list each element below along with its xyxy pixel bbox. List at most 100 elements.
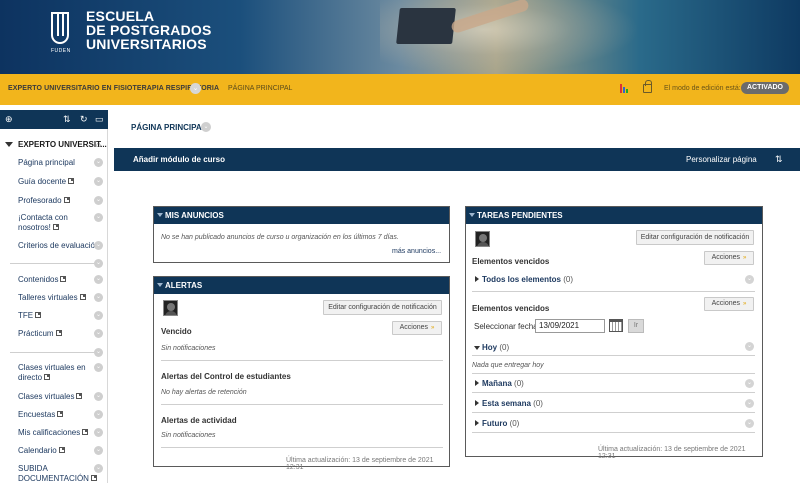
external-link-icon bbox=[55, 330, 62, 336]
sidebar-item-subida[interactable]: SUBIDA DOCUMENTACIÓN bbox=[18, 464, 106, 483]
last-updated-text: Última actualización: 13 de septiembre d… bbox=[286, 457, 434, 471]
row-chevron-icon[interactable]: ⌄ bbox=[745, 275, 754, 284]
header-banner: FUDEN ESCUELA DE POSTGRADOS UNIVERSITARI… bbox=[0, 0, 800, 74]
sidebar-item-contacta[interactable]: ¡Contacta con nosotros! bbox=[18, 213, 106, 233]
section-divider bbox=[472, 432, 755, 433]
sidebar-item-chevron-icon[interactable]: ⌄ bbox=[94, 428, 103, 437]
sidebar-item-chevron-icon[interactable]: ⌄ bbox=[94, 464, 103, 473]
sidebar-item-profesorado[interactable]: Profesorado bbox=[18, 196, 106, 206]
edit-notification-settings-button[interactable]: Editar configuración de notificación bbox=[323, 300, 442, 315]
collapse-triangle-icon[interactable] bbox=[474, 346, 480, 350]
dropdown-chevron-icon: » bbox=[743, 301, 747, 307]
sidebar-item-calificaciones[interactable]: Mis calificaciones bbox=[18, 428, 106, 438]
module-header[interactable]: ALERTAS bbox=[154, 277, 449, 294]
reorder-modules-icon[interactable]: ⇅ bbox=[775, 154, 783, 165]
lock-icon[interactable] bbox=[643, 80, 652, 93]
collapse-triangle-icon[interactable] bbox=[157, 283, 163, 287]
sidebar-course-header[interactable]: EXPERTO UNIVERSIT... ⌂ bbox=[0, 140, 108, 152]
row-chevron-icon[interactable]: ⌄ bbox=[745, 379, 754, 388]
sidebar-item-chevron-icon[interactable]: ⌄ bbox=[94, 329, 103, 338]
row-chevron-icon[interactable]: ⌄ bbox=[745, 399, 754, 408]
more-announcements-link[interactable]: más anuncios... bbox=[392, 248, 441, 255]
sidebar-item-chevron-icon[interactable]: ⌄ bbox=[94, 311, 103, 320]
expand-triangle-icon[interactable] bbox=[475, 276, 479, 282]
sidebar-item-clases-directo[interactable]: Clases virtuales en directo bbox=[18, 363, 106, 383]
sidebar-item-guia-docente[interactable]: Guía docente bbox=[18, 177, 106, 187]
expand-triangle-icon[interactable] bbox=[475, 400, 479, 406]
sidebar-item-chevron-icon[interactable]: ⌄ bbox=[94, 196, 103, 205]
sidebar-item-chevron-icon[interactable]: ⌄ bbox=[94, 177, 103, 186]
external-link-icon bbox=[79, 294, 86, 300]
color-bars-icon[interactable] bbox=[620, 84, 628, 93]
sidebar-item-clases-virtuales[interactable]: Clases virtuales bbox=[18, 392, 106, 402]
tomorrow-link[interactable]: Mañana (0) bbox=[482, 379, 524, 388]
refresh-icon[interactable]: ↻ bbox=[80, 114, 88, 124]
sidebar-item-chevron-icon[interactable]: ⌄ bbox=[94, 275, 103, 284]
section-divider bbox=[161, 447, 443, 448]
sidebar-item-chevron-icon[interactable]: ⌄ bbox=[94, 446, 103, 455]
sidebar-item-calendario[interactable]: Calendario bbox=[18, 446, 106, 456]
home-icon[interactable]: ⌂ bbox=[96, 140, 101, 149]
reorder-icon[interactable]: ⇅ bbox=[63, 114, 71, 124]
row-chevron-icon[interactable]: ⌄ bbox=[745, 419, 754, 428]
section-divider bbox=[161, 404, 443, 405]
sidebar-item-talleres[interactable]: Talleres virtuales bbox=[18, 293, 106, 303]
sidebar-item-encuestas[interactable]: Encuestas bbox=[18, 410, 106, 420]
collapse-triangle-icon[interactable] bbox=[5, 142, 13, 147]
sidebar-item-chevron-icon[interactable]: ⌄ bbox=[94, 158, 103, 167]
collapse-triangle-icon[interactable] bbox=[469, 213, 475, 217]
calendar-icon[interactable] bbox=[609, 319, 623, 332]
actions-button[interactable]: Acciones» bbox=[392, 321, 442, 335]
school-title-line-1: ESCUELA bbox=[86, 8, 155, 24]
page-title: PÁGINA PRINCIPAL bbox=[131, 123, 207, 132]
sidebar-item-chevron-icon[interactable]: ⌄ bbox=[94, 241, 103, 250]
edit-notification-settings-button[interactable]: Editar configuración de notificación bbox=[636, 230, 754, 245]
section-label: Elementos vencidos bbox=[472, 304, 550, 313]
expand-triangle-icon[interactable] bbox=[475, 380, 479, 386]
course-name[interactable]: EXPERTO UNIVERSITARIO EN FISIOTERAPIA RE… bbox=[8, 85, 219, 92]
edit-mode-toggle[interactable]: ACTIVADO bbox=[741, 82, 789, 94]
sidebar-item-chevron-icon[interactable]: ⌄ bbox=[94, 392, 103, 401]
this-week-link[interactable]: Esta semana (0) bbox=[482, 399, 543, 408]
external-link-icon bbox=[57, 411, 64, 417]
school-title-line-2: DE POSTGRADOS bbox=[86, 22, 212, 38]
divider-chevron-icon[interactable]: ⌄ bbox=[94, 259, 103, 268]
go-button[interactable]: Ir bbox=[628, 319, 644, 333]
course-menu-chevron-icon[interactable]: ⌄ bbox=[190, 83, 201, 94]
page-title-chevron-icon[interactable]: ⌄ bbox=[201, 122, 211, 132]
external-link-icon bbox=[52, 224, 59, 230]
sidebar-item-chevron-icon[interactable]: ⌄ bbox=[94, 293, 103, 302]
section-divider bbox=[472, 412, 755, 413]
all-items-link[interactable]: Todos los elementos (0) bbox=[482, 275, 573, 284]
add-module-button[interactable]: Añadir módulo de curso bbox=[133, 155, 225, 164]
collapse-triangle-icon[interactable] bbox=[157, 213, 163, 217]
sidebar-item-chevron-icon[interactable]: ⌄ bbox=[94, 410, 103, 419]
sidebar-item-practicum[interactable]: Prácticum bbox=[18, 329, 106, 339]
section-label: Elementos vencidos bbox=[472, 257, 550, 266]
section-divider bbox=[472, 373, 755, 374]
folder-icon[interactable]: ▭ bbox=[95, 114, 104, 124]
sidebar-item-pagina-principal[interactable]: Página principal bbox=[18, 158, 106, 168]
customize-page-button[interactable]: Personalizar página bbox=[686, 155, 757, 164]
sidebar-course-title[interactable]: EXPERTO UNIVERSIT... bbox=[18, 140, 107, 149]
sidebar-item-chevron-icon[interactable]: ⌄ bbox=[94, 213, 103, 222]
external-link-icon bbox=[35, 312, 42, 318]
add-menu-item-icon[interactable]: ⊕ bbox=[5, 114, 13, 124]
module-header[interactable]: MIS ANUNCIOS bbox=[154, 207, 449, 224]
sidebar-item-contenidos[interactable]: Contenidos bbox=[18, 275, 106, 285]
date-input[interactable]: 13/09/2021 bbox=[535, 319, 605, 333]
sidebar-item-criterios[interactable]: Criterios de evaluación bbox=[18, 241, 106, 251]
today-link[interactable]: Hoy (0) bbox=[482, 343, 509, 352]
actions-button-2[interactable]: Acciones» bbox=[704, 297, 754, 311]
divider-chevron-icon[interactable]: ⌄ bbox=[94, 348, 103, 357]
actions-button[interactable]: Acciones» bbox=[704, 251, 754, 265]
sidebar-item-chevron-icon[interactable]: ⌄ bbox=[94, 363, 103, 372]
expand-triangle-icon[interactable] bbox=[475, 420, 479, 426]
external-link-icon bbox=[76, 393, 83, 399]
row-chevron-icon[interactable]: ⌄ bbox=[745, 342, 754, 351]
avatar bbox=[163, 300, 178, 316]
future-link[interactable]: Futuro (0) bbox=[482, 419, 519, 428]
module-header[interactable]: TAREAS PENDIENTES bbox=[466, 207, 762, 224]
breadcrumb-page-link[interactable]: PÁGINA PRINCIPAL bbox=[228, 85, 292, 92]
sidebar-item-tfe[interactable]: TFE bbox=[18, 311, 106, 321]
